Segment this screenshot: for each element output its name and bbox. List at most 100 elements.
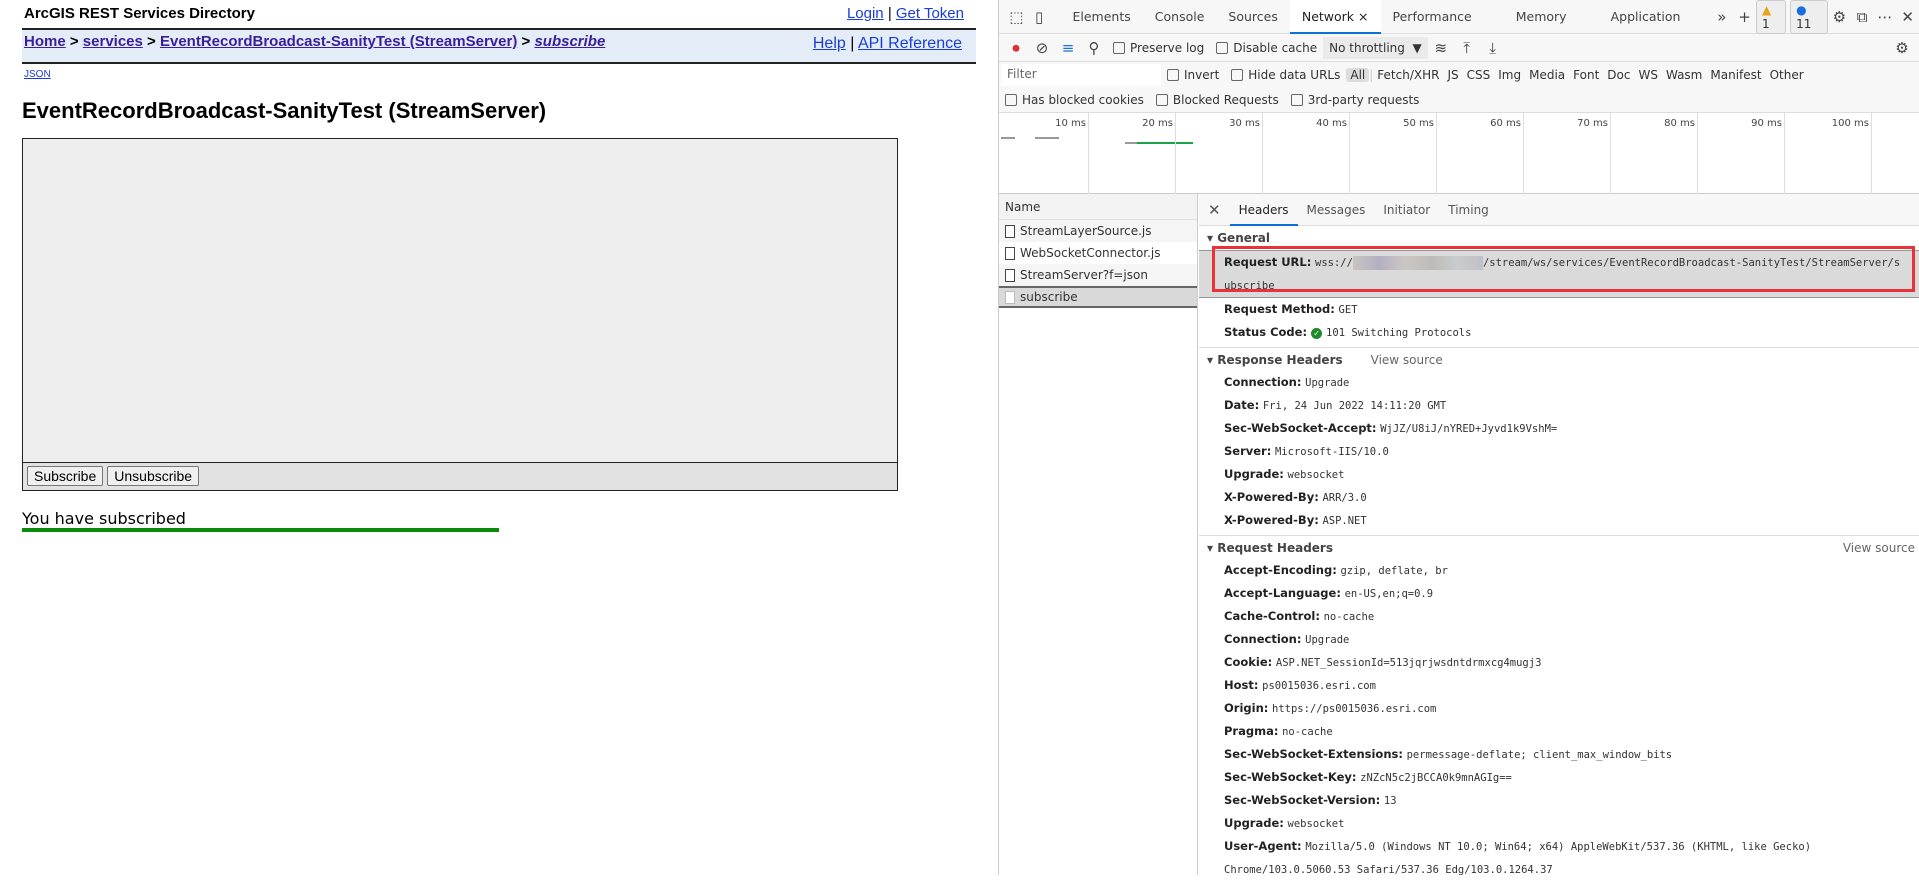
third-party-checkbox[interactable]: 3rd-party requests [1290, 93, 1419, 107]
header-value: 13 [1383, 795, 1397, 807]
breadcrumb-home[interactable]: Home [24, 33, 66, 50]
header-row: Sec-WebSocket-Accept: WjJZ/U8iJ/nYRED+Jy… [1199, 417, 1919, 440]
breadcrumb-bar: Home > services > EventRecordBroadcast-S… [22, 28, 976, 64]
type-filter-wasm[interactable]: Wasm [1662, 68, 1706, 82]
subscribe-button[interactable]: Subscribe [27, 466, 104, 486]
inspect-icon[interactable]: ⬚ [1005, 4, 1028, 30]
tab-headers[interactable]: Headers [1229, 194, 1298, 226]
devtools-tabbar: ⬚ ▯ Elements Console Sources Network × P… [999, 0, 1919, 34]
type-filter-other[interactable]: Other [1766, 68, 1808, 82]
request-row-selected[interactable]: subscribe [999, 286, 1197, 308]
invert-label: Invert [1184, 68, 1220, 82]
more-tabs-icon[interactable]: » [1710, 4, 1733, 30]
preserve-log-checkbox[interactable]: Preserve log [1113, 41, 1204, 55]
response-headers-list: Connection: Upgrade Date: Fri, 24 Jun 202… [1199, 371, 1919, 532]
view-source-link[interactable]: View source [1371, 353, 1443, 367]
filter-icon[interactable]: ≡ [1055, 35, 1081, 61]
type-filter-media[interactable]: Media [1525, 68, 1569, 82]
timeline-tick: 10 ms [1055, 113, 1089, 194]
timeline-tick: 100 ms [1832, 113, 1872, 194]
help-link[interactable]: Help [813, 35, 846, 52]
filter-input[interactable]: Filter [1001, 64, 1161, 86]
breadcrumb-service[interactable]: EventRecordBroadcast-SanityTest (StreamS… [160, 33, 517, 50]
timeline-bar [1125, 142, 1137, 144]
device-toolbar-icon[interactable]: ▯ [1028, 4, 1051, 30]
tab-console[interactable]: Console [1143, 0, 1217, 34]
request-row[interactable]: StreamLayerSource.js [999, 220, 1197, 242]
name-column-header[interactable]: Name [999, 194, 1197, 220]
tab-network-label: Network [1301, 8, 1355, 24]
add-tab-icon[interactable]: + [1733, 4, 1756, 30]
type-filter-all[interactable]: All [1346, 68, 1370, 82]
messages-badge[interactable]: ● 11 [1790, 0, 1828, 34]
json-link[interactable]: JSON [24, 69, 51, 80]
network-settings-icon[interactable]: ⚙ [1889, 35, 1915, 61]
type-filter-manifest[interactable]: Manifest [1706, 68, 1765, 82]
type-filter-ws[interactable]: WS [1634, 68, 1661, 82]
get-token-link[interactable]: Get Token [896, 5, 964, 22]
header-row: Sec-WebSocket-Version: 13 [1199, 789, 1919, 812]
blocked-requests-checkbox[interactable]: Blocked Requests [1155, 93, 1279, 107]
button-bar: Subscribe Unsubscribe [23, 462, 897, 490]
request-rows: StreamLayerSource.js WebSocketConnector.… [999, 220, 1197, 308]
settings-icon[interactable]: ⚙ [1828, 4, 1851, 30]
header-row: Connection: Upgrade [1199, 371, 1919, 394]
throttling-select[interactable]: No throttling ▼ [1323, 36, 1428, 59]
header-value: Fri, 24 Jun 2022 14:11:20 GMT [1262, 400, 1447, 412]
more-options-icon[interactable]: ⋯ [1874, 4, 1897, 30]
tab-initiator[interactable]: Initiator [1374, 194, 1439, 226]
header-key: Origin: [1224, 701, 1269, 715]
export-har-icon[interactable]: ⤓ [1480, 35, 1506, 61]
type-filter-doc[interactable]: Doc [1603, 68, 1634, 82]
import-har-icon[interactable]: ⤒ [1454, 35, 1480, 61]
page-heading: EventRecordBroadcast-SanityTest (StreamS… [22, 98, 547, 123]
request-headers-section-header[interactable]: ▾ Request Headers View source [1199, 535, 1919, 559]
type-filter-css[interactable]: CSS [1463, 68, 1495, 82]
search-icon[interactable]: ⚲ [1081, 35, 1107, 61]
feedback-icon[interactable]: ⧉ [1851, 4, 1874, 30]
type-filter-fetch-xhr[interactable]: Fetch/XHR [1373, 68, 1443, 82]
network-conditions-icon[interactable]: ≋ [1428, 35, 1454, 61]
request-name: WebSocketConnector.js [1020, 246, 1161, 260]
type-filter-js[interactable]: JS [1443, 68, 1462, 82]
type-filter-img[interactable]: Img [1494, 68, 1525, 82]
hide-data-urls-checkbox[interactable]: Hide data URLs [1231, 68, 1340, 82]
header-value: https://ps0015036.esri.com [1272, 703, 1437, 715]
request-row[interactable]: StreamServer?f=json [999, 264, 1197, 286]
network-overview-timeline[interactable]: 10 ms 20 ms 30 ms 40 ms 50 ms 60 ms 70 ms 80 ms… [999, 113, 1919, 194]
header-key: X-Powered-By: [1224, 490, 1319, 504]
view-source-link[interactable]: View source [1843, 541, 1915, 555]
request-row[interactable]: WebSocketConnector.js [999, 242, 1197, 264]
general-section-header[interactable]: ▾ General [1199, 226, 1919, 250]
tab-elements[interactable]: Elements [1061, 0, 1143, 34]
close-devtools-icon[interactable]: ✕ [1896, 4, 1919, 30]
tab-sources[interactable]: Sources [1216, 0, 1289, 34]
request-name: StreamServer?f=json [1020, 268, 1148, 282]
disable-cache-checkbox[interactable]: Disable cache [1216, 41, 1317, 55]
tab-network[interactable]: Network × [1289, 0, 1381, 34]
header-row: Date: Fri, 24 Jun 2022 14:11:20 GMT [1199, 394, 1919, 417]
has-blocked-cookies-checkbox[interactable]: Has blocked cookies [1005, 93, 1144, 107]
close-detail-icon[interactable]: ✕ [1199, 194, 1230, 226]
timeline-bar [1001, 137, 1015, 139]
unsubscribe-button[interactable]: Unsubscribe [107, 466, 200, 486]
tab-timing[interactable]: Timing [1439, 194, 1498, 226]
type-filter-font[interactable]: Font [1569, 68, 1603, 82]
clear-icon[interactable]: ⊘ [1029, 35, 1055, 61]
tab-performance[interactable]: Performance [1381, 0, 1484, 34]
login-link[interactable]: Login [847, 5, 884, 22]
breadcrumb-services[interactable]: services [83, 33, 143, 50]
header-value: ASP.NET [1322, 515, 1367, 527]
record-icon[interactable]: ⏺ [1003, 35, 1029, 61]
header-value: no-cache [1282, 726, 1333, 738]
api-reference-link[interactable]: API Reference [858, 35, 962, 52]
invert-checkbox[interactable]: Invert [1167, 68, 1219, 82]
breadcrumb-subscribe[interactable]: subscribe [534, 33, 605, 50]
top-links: Login | Get Token [847, 5, 964, 22]
response-headers-section-header[interactable]: ▾ Response Headers View source [1199, 347, 1919, 371]
tab-application[interactable]: Application [1599, 0, 1693, 34]
tab-memory[interactable]: Memory [1504, 0, 1579, 34]
close-tab-icon[interactable]: × [1358, 9, 1368, 24]
tab-messages[interactable]: Messages [1298, 194, 1375, 226]
warnings-badge[interactable]: ▲ 1 [1755, 0, 1787, 34]
